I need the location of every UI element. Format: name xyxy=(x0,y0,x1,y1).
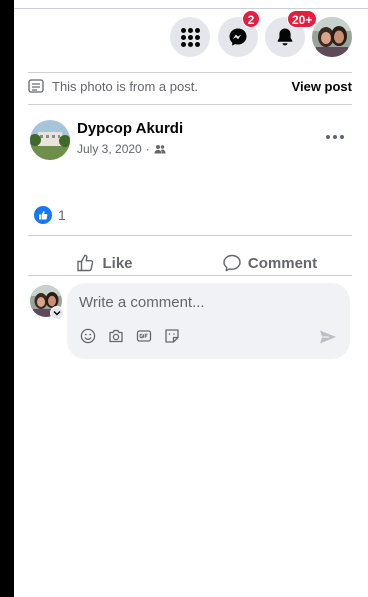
header-divider xyxy=(28,72,352,73)
messenger-icon xyxy=(229,28,247,46)
gif-icon xyxy=(136,330,152,342)
more-dot xyxy=(326,135,330,139)
comment-button[interactable]: Comment xyxy=(187,244,352,282)
info-divider xyxy=(28,104,352,105)
menu-grid-icon xyxy=(180,27,200,47)
like-label: Like xyxy=(102,254,133,272)
friends-audience-icon xyxy=(154,145,166,154)
messenger-button[interactable]: 2 xyxy=(218,10,260,57)
top-border xyxy=(14,0,368,9)
more-dot xyxy=(333,135,337,139)
gif-button[interactable] xyxy=(135,327,153,345)
more-options-button[interactable] xyxy=(320,125,350,149)
reactions-divider xyxy=(28,235,352,236)
author-avatar[interactable] xyxy=(30,120,70,160)
comment-label: Comment xyxy=(247,254,318,272)
emoji-icon xyxy=(80,328,96,344)
reaction-count: 1 xyxy=(58,207,66,223)
account-avatar[interactable] xyxy=(312,17,352,57)
actions-divider xyxy=(28,275,352,276)
window-edge xyxy=(0,0,14,597)
post-date[interactable]: July 3, 2020 xyxy=(77,142,142,156)
sticker-icon xyxy=(165,329,179,343)
sticker-button[interactable] xyxy=(163,327,181,345)
more-dot xyxy=(340,135,344,139)
account-switch-chevron[interactable] xyxy=(50,306,64,320)
reactions-summary[interactable]: 1 xyxy=(34,206,66,224)
like-button[interactable]: Like xyxy=(22,244,187,282)
post-info-row: This photo is from a post. View post xyxy=(28,75,352,97)
chevron-down-icon xyxy=(53,311,61,316)
emoji-button[interactable] xyxy=(79,327,97,345)
meta-separator: · xyxy=(145,142,150,156)
profile-photo xyxy=(312,17,352,57)
comment-icon xyxy=(223,254,241,272)
comment-composer xyxy=(67,283,350,359)
post-info-text: This photo is from a post. xyxy=(52,78,198,94)
messenger-badge: 2 xyxy=(242,10,260,28)
notifications-badge: 20+ xyxy=(287,10,318,28)
photo-sidebar-panel: 2 20+ This photo is from a post. View po… xyxy=(14,10,368,597)
thumbs-up-icon xyxy=(77,254,94,272)
composer-tools xyxy=(79,327,181,345)
author-meta: July 3, 2020 · xyxy=(77,142,166,156)
author-photo xyxy=(30,120,70,160)
post-icon xyxy=(28,79,44,93)
top-navigation: 2 20+ xyxy=(14,10,368,66)
view-post-link[interactable]: View post xyxy=(292,79,352,94)
camera-icon xyxy=(109,329,123,343)
author-name[interactable]: Dypcop Akurdi xyxy=(77,120,183,137)
photo-button[interactable] xyxy=(107,327,125,345)
action-bar: Like Comment xyxy=(22,244,352,282)
bell-icon xyxy=(277,28,293,46)
send-icon[interactable] xyxy=(318,327,338,347)
menu-button[interactable] xyxy=(170,17,210,57)
notifications-button[interactable]: 20+ xyxy=(265,10,318,57)
like-reaction-icon xyxy=(34,206,52,224)
comment-input[interactable] xyxy=(79,291,334,313)
